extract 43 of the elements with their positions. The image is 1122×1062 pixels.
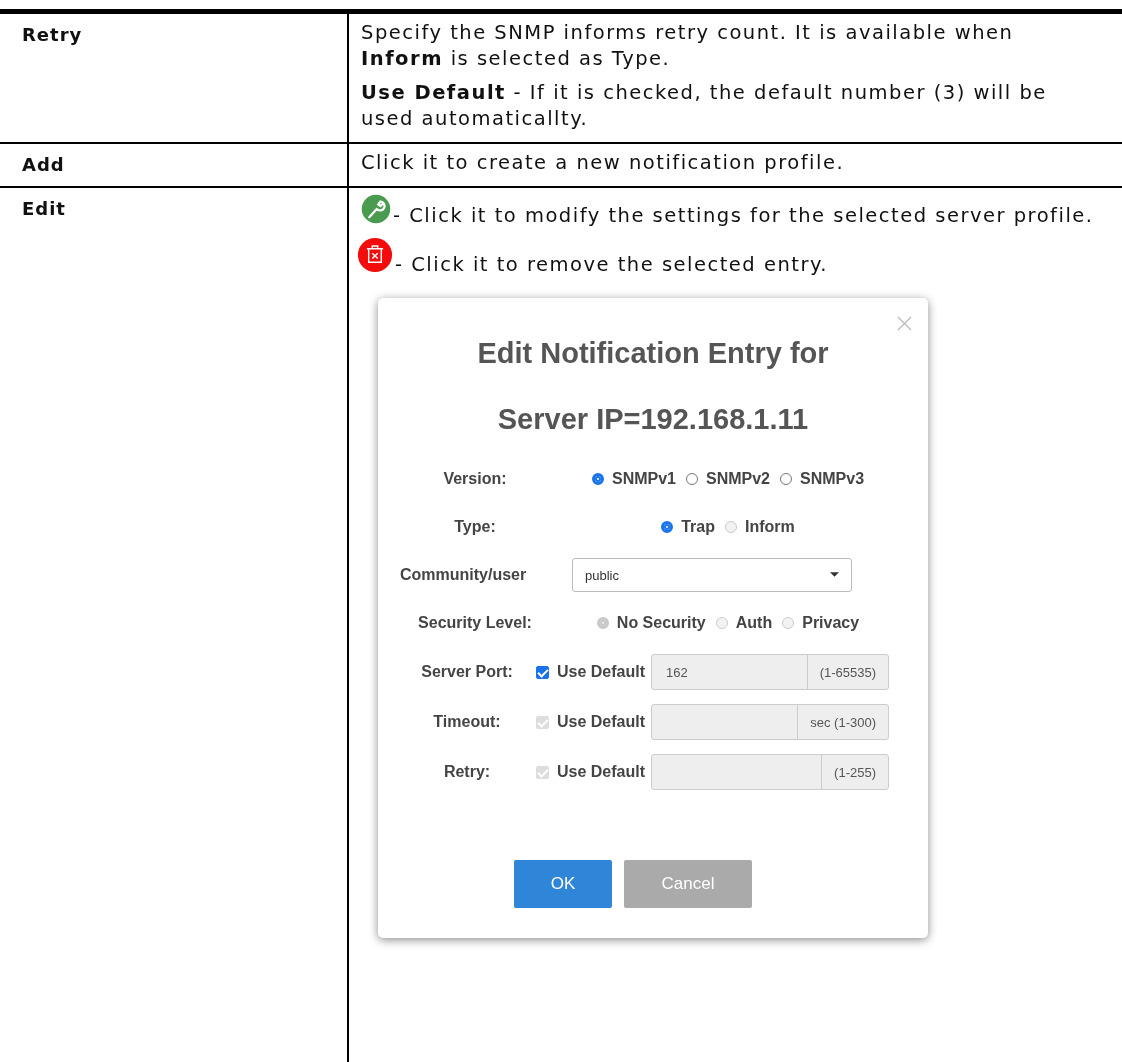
dropdown[interactable]: public	[572, 558, 852, 592]
field-label: Community/user	[400, 566, 528, 584]
row-label: Retry	[22, 24, 83, 45]
checkbox-label: Use Default	[557, 763, 646, 781]
field-label: Type:	[453, 518, 497, 536]
trash-icon	[357, 237, 393, 273]
radio-button[interactable]	[780, 473, 792, 485]
field-label: Timeout:	[432, 713, 502, 731]
wrench-icon	[361, 194, 391, 224]
radio-button[interactable]	[591, 473, 604, 485]
description-text: Specify the SNMP informs retry count. It is available when Inform is selected as Type.	[361, 20, 1015, 72]
radio-button[interactable]	[686, 473, 698, 485]
option-label: Trap	[681, 518, 715, 536]
input-field[interactable]: 162	[652, 655, 808, 689]
checkbox-label: Use Default	[557, 663, 646, 681]
range-hint: (1-255)	[833, 763, 878, 782]
checkbox-label: Use Default	[557, 713, 646, 731]
option-label: SNMPv3	[800, 470, 865, 488]
option-label: Auth	[735, 614, 773, 632]
description-text: - Click it to remove the selected entry.	[395, 253, 828, 276]
option-label: Inform	[745, 518, 795, 536]
option-label: SNMPv2	[706, 470, 770, 488]
radio-button[interactable]	[661, 521, 674, 533]
option-label: Privacy	[802, 614, 860, 632]
field-label: Retry:	[442, 763, 492, 781]
dialog-title: Server IP=192.168.1.11	[496, 402, 810, 437]
field-label: Security Level:	[417, 614, 533, 632]
description-text: Click it to create a new notification profile.	[361, 150, 846, 176]
option-label: SNMPv1	[611, 470, 676, 488]
caret-icon	[830, 572, 839, 578]
range-hint: (1-65535)	[818, 663, 878, 682]
description-text: - Click it to modify the settings for the selected server profile.	[393, 204, 1094, 227]
range-hint: sec (1-300)	[809, 713, 878, 732]
description-text: Use Default - If it is checked, the default number (3) will be used automaticallty.	[361, 80, 1048, 132]
row-label: Edit	[22, 198, 66, 219]
checkbox[interactable]	[536, 665, 549, 679]
dialog-title: Edit Notification Entry for	[476, 336, 830, 371]
field-label: Server Port:	[420, 663, 514, 681]
close-icon[interactable]	[897, 316, 912, 331]
field-label: Version:	[442, 470, 508, 488]
row-label: Add	[22, 154, 65, 175]
option-label: No Security	[616, 614, 706, 632]
ok-button[interactable]: OK	[514, 860, 612, 908]
